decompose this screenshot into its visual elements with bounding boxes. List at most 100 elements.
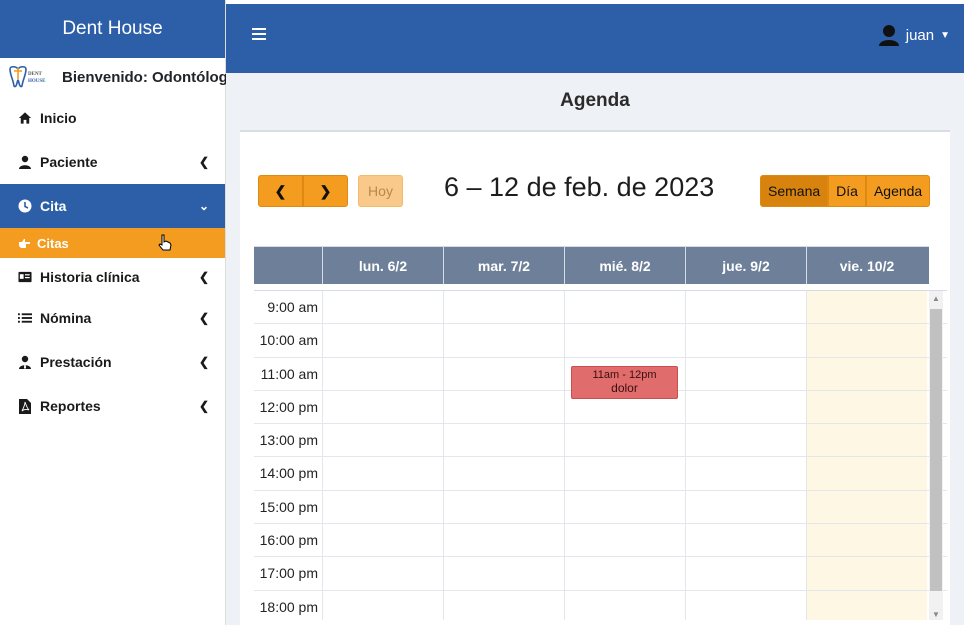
scroll-down-arrow-icon[interactable]: ▼: [929, 607, 943, 620]
time-slot[interactable]: [322, 291, 443, 324]
time-slot[interactable]: [322, 324, 443, 357]
time-slot[interactable]: [806, 490, 927, 524]
calendar-header: lun. 6/2 mar. 7/2 mié. 8/2 jue. 9/2 vie.…: [254, 246, 929, 284]
time-slot[interactable]: [443, 390, 564, 424]
time-slot[interactable]: [806, 524, 927, 557]
time-slot[interactable]: [322, 424, 443, 457]
sidebar-item-prestacion[interactable]: Prestación ❮: [0, 340, 225, 384]
id-card-icon: [18, 270, 32, 284]
time-slot[interactable]: [564, 557, 685, 590]
list-icon: [18, 311, 32, 325]
time-slot[interactable]: [443, 590, 564, 620]
time-label: 13:00 pm: [259, 432, 318, 449]
dent-house-logo: DENT HOUSE: [6, 64, 54, 90]
user-menu[interactable]: juan ▼: [878, 24, 950, 46]
time-slot[interactable]: [685, 490, 806, 524]
time-slot[interactable]: [443, 357, 564, 390]
sidebar-subitem-citas[interactable]: Citas: [0, 228, 225, 258]
time-slot[interactable]: [443, 490, 564, 524]
time-gutter-header: [254, 247, 322, 284]
time-slot[interactable]: [322, 490, 443, 524]
time-slot[interactable]: [806, 457, 927, 490]
time-slot[interactable]: [564, 490, 685, 524]
scroll-up-arrow-icon[interactable]: ▲: [929, 291, 943, 305]
time-slot[interactable]: [685, 457, 806, 490]
appointment-event[interactable]: 11am - 12pm dolor: [571, 366, 678, 399]
sidebar-item-label: Inicio: [40, 110, 77, 126]
time-slot[interactable]: [443, 424, 564, 457]
day-header[interactable]: lun. 6/2: [322, 247, 443, 284]
time-label: 11:00 am: [260, 365, 318, 382]
day-header[interactable]: mar. 7/2: [443, 247, 564, 284]
brand-title[interactable]: Dent House: [0, 0, 225, 58]
time-slot[interactable]: [564, 590, 685, 620]
sidebar-item-cita[interactable]: Cita ⌄: [0, 184, 225, 228]
view-day-button[interactable]: Día: [828, 175, 866, 207]
time-slot[interactable]: [685, 291, 806, 324]
time-slot[interactable]: [322, 357, 443, 390]
time-slot[interactable]: [806, 390, 927, 424]
time-slot[interactable]: [443, 557, 564, 590]
time-slot[interactable]: [322, 390, 443, 424]
user-icon: [18, 155, 32, 169]
clock-icon: [18, 199, 32, 213]
day-header[interactable]: mié. 8/2: [564, 247, 685, 284]
sidebar-item-nomina[interactable]: Nómina ❮: [0, 296, 225, 340]
welcome-line: DENT HOUSE Bienvenido: Odontólogo: [0, 58, 237, 96]
time-slot[interactable]: [322, 557, 443, 590]
time-slot[interactable]: [564, 424, 685, 457]
home-icon: [18, 111, 32, 125]
time-slot[interactable]: [685, 524, 806, 557]
next-button[interactable]: ❯: [303, 175, 348, 207]
sidebar-item-reportes[interactable]: Reportes ❮: [0, 384, 225, 428]
sidebar-item-label: Prestación: [40, 354, 112, 370]
time-grid[interactable]: 9:00 am 10:00 am 11:00 am 12:00 pm 13:00…: [254, 290, 947, 620]
time-slot[interactable]: [322, 457, 443, 490]
time-slot[interactable]: [685, 424, 806, 457]
sidebar-item-inicio[interactable]: Inicio: [0, 96, 225, 140]
time-slot[interactable]: [564, 457, 685, 490]
scrollbar-thumb[interactable]: [930, 309, 942, 591]
prev-next-group: ❮ ❯: [258, 175, 348, 207]
date-range-title: 6 – 12 de feb. de 2023: [444, 172, 715, 202]
prev-button[interactable]: ❮: [258, 175, 303, 207]
time-grid-scrollbar[interactable]: ▲ ▼: [929, 291, 943, 620]
time-row: 13:00 pm: [254, 424, 947, 458]
hamburger-menu-icon[interactable]: [252, 28, 266, 43]
time-slot[interactable]: [806, 357, 927, 390]
time-label: 12:00 pm: [259, 398, 318, 415]
today-button[interactable]: Hoy: [358, 175, 403, 207]
chevron-down-icon: ⌄: [198, 199, 209, 213]
time-slot[interactable]: [806, 324, 927, 357]
chevron-left-icon: ❮: [198, 355, 209, 369]
time-slot[interactable]: [806, 424, 927, 457]
sidebar-item-label: Paciente: [40, 154, 98, 170]
time-slot[interactable]: [685, 590, 806, 620]
time-slot[interactable]: [685, 357, 806, 390]
time-slot[interactable]: [806, 590, 927, 620]
sidebar-item-paciente[interactable]: Paciente ❮: [0, 140, 225, 184]
time-slot[interactable]: [322, 524, 443, 557]
time-slot[interactable]: [443, 524, 564, 557]
day-header[interactable]: vie. 10/2: [806, 247, 927, 284]
time-slot[interactable]: [322, 590, 443, 620]
time-slot[interactable]: [685, 390, 806, 424]
time-slot[interactable]: [685, 324, 806, 357]
time-slot[interactable]: [443, 291, 564, 324]
view-agenda-button[interactable]: Agenda: [865, 175, 931, 207]
time-slot[interactable]: [806, 557, 927, 590]
chevron-left-icon: ❮: [198, 399, 209, 413]
day-header[interactable]: jue. 9/2: [685, 247, 806, 284]
sidebar-item-historia-clinica[interactable]: Historia clínica ❮: [0, 258, 225, 296]
time-slot[interactable]: [685, 557, 806, 590]
time-slot[interactable]: [443, 457, 564, 490]
time-slot[interactable]: [564, 524, 685, 557]
time-label: 9:00 am: [267, 299, 318, 315]
time-slot[interactable]: [564, 291, 685, 324]
view-week-button[interactable]: Semana: [760, 175, 829, 207]
top-navbar: juan ▼: [226, 4, 964, 73]
sidebar-item-label: Nómina: [40, 310, 92, 326]
time-slot[interactable]: [443, 324, 564, 357]
time-slot[interactable]: [564, 324, 685, 357]
time-slot[interactable]: [806, 291, 927, 324]
